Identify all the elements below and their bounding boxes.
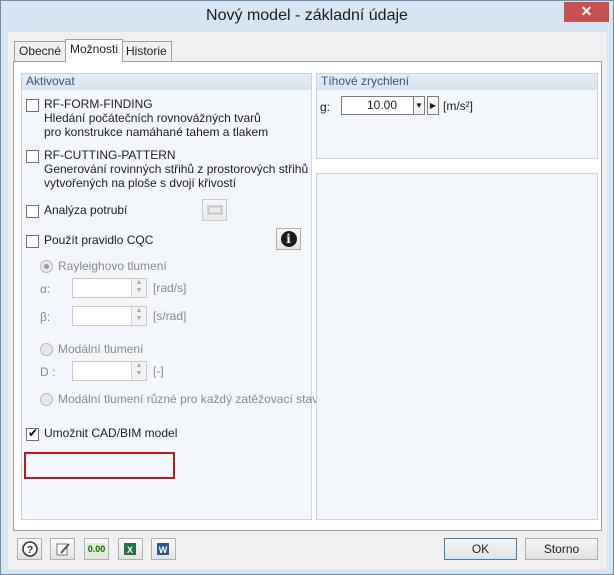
modal-radio[interactable] (40, 343, 53, 356)
gravity-symbol: g: (320, 100, 331, 114)
form-finding-checkbox[interactable] (26, 99, 39, 112)
d-symbol: D : (40, 365, 56, 379)
title-bar: Nový model - základní údaje ✕ (1, 1, 613, 32)
edit-button[interactable] (50, 538, 75, 560)
edit-icon (56, 543, 70, 556)
form-finding-description-2: pro konstrukce namáhané tahem a tlakem (44, 125, 269, 139)
dialog-client-area: Obecné Možnosti Historie Aktivovat RF-FO… (8, 32, 607, 569)
excel-export-button[interactable]: X (118, 538, 143, 560)
alpha-unit: [rad/s] (153, 281, 187, 295)
modal-per-case-radio[interactable] (40, 393, 53, 406)
gravity-dropdown-button[interactable]: ▼ (413, 96, 425, 115)
d-spinner[interactable]: ▲ ▼ (131, 362, 146, 380)
beta-input[interactable]: ▲ ▼ (72, 306, 147, 326)
pipe-settings-icon (207, 205, 222, 215)
units-button[interactable]: 0.00 (84, 538, 109, 560)
arrow-right-icon: ▶ (429, 101, 437, 110)
group-activate-header: Aktivovat (22, 74, 311, 90)
pipe-analysis-settings-button[interactable] (202, 199, 227, 221)
cad-bim-label: Umožnit CAD/BIM model (44, 426, 178, 440)
help-icon: ? (21, 541, 38, 557)
cqc-info-button[interactable]: i (276, 228, 301, 250)
word-export-button[interactable]: W (151, 538, 176, 560)
cutting-pattern-description-1: Generování rovinných střihů z prostorový… (44, 162, 309, 176)
close-button[interactable]: ✕ (564, 2, 609, 22)
cutting-pattern-title: RF-CUTTING-PATTERN (44, 148, 176, 162)
tab-panel-moznosti: Aktivovat RF-FORM-FINDING Hledání počáte… (13, 61, 602, 531)
dialog-window: Nový model - základní údaje ✕ Obecné Mož… (0, 0, 614, 575)
cutting-pattern-description-2: vytvořených na ploše s dvojí křivostí (44, 176, 237, 190)
pipe-analysis-checkbox[interactable] (26, 205, 39, 218)
close-icon: ✕ (580, 3, 593, 19)
cad-bim-highlight-frame (24, 452, 175, 479)
ok-button[interactable]: OK (444, 538, 517, 560)
cqc-checkbox[interactable] (26, 235, 39, 248)
alpha-spinner[interactable]: ▲ ▼ (131, 279, 146, 297)
modal-per-case-label: Modální tlumení různé pro každý zatěžova… (58, 392, 319, 406)
svg-text:?: ? (26, 545, 32, 556)
pipe-analysis-label: Analýza potrubí (44, 203, 128, 217)
units-icon: 0.00 (86, 543, 107, 555)
beta-unit: [s/rad] (153, 309, 187, 323)
form-finding-title: RF-FORM-FINDING (44, 97, 153, 111)
chevron-down-icon: ▼ (415, 101, 423, 110)
word-export-icon: W (156, 543, 169, 555)
cqc-label: Použít pravidlo CQC (44, 233, 154, 247)
cancel-button[interactable]: Storno (525, 538, 598, 560)
group-empty-panel (316, 173, 598, 520)
beta-spinner[interactable]: ▲ ▼ (131, 307, 146, 325)
d-input[interactable]: ▲ ▼ (72, 361, 147, 381)
info-icon: i (280, 231, 297, 247)
help-button[interactable]: ? (17, 538, 42, 560)
gravity-unit: [m/s²] (443, 99, 473, 113)
rayleigh-label: Rayleighovo tlumení (58, 259, 167, 273)
tab-moznosti[interactable]: Možnosti (65, 39, 124, 62)
cutting-pattern-checkbox[interactable] (26, 150, 39, 163)
group-gravity-header: Tíhové zrychlení (317, 74, 597, 90)
rayleigh-radio[interactable] (40, 260, 53, 273)
group-gravity: Tíhové zrychlení g: 10.00 ▼ ▶ [m/s²] (316, 73, 598, 159)
svg-text:W: W (158, 545, 167, 555)
excel-export-icon: X (123, 543, 136, 555)
alpha-symbol: α: (40, 282, 51, 296)
tab-historie[interactable]: Historie (121, 41, 172, 61)
gravity-arrow-button[interactable]: ▶ (427, 96, 439, 115)
beta-symbol: β: (40, 310, 51, 324)
d-unit: [-] (153, 364, 164, 378)
window-title: Nový model - základní údaje (206, 7, 408, 24)
cad-bim-checkbox[interactable] (26, 426, 39, 441)
tab-obecne[interactable]: Obecné (14, 41, 67, 61)
gravity-value-input[interactable]: 10.00 (341, 96, 414, 115)
form-finding-description-1: Hledání počátečních rovnovážných tvarů (44, 111, 261, 125)
modal-label: Modální tlumení (58, 342, 144, 356)
alpha-input[interactable]: ▲ ▼ (72, 278, 147, 298)
svg-text:X: X (126, 545, 132, 555)
